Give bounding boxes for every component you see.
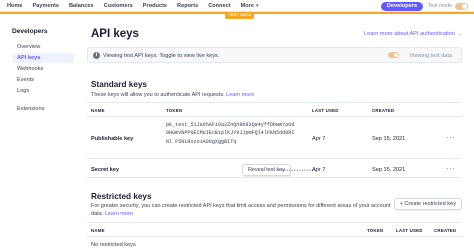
standard-keys-description: These keys will allow you to authenticat… [91, 91, 254, 99]
api-auth-learn-more-link[interactable]: Learn more about API authentication → [364, 31, 462, 37]
key-name: Secret key [91, 167, 119, 173]
col-name: NAME [91, 108, 105, 113]
sidebar-item-webhooks[interactable]: Webhooks [12, 64, 74, 74]
page-title: API keys [91, 28, 139, 40]
nav-reports[interactable]: Reports [177, 3, 198, 9]
sidebar-item-events[interactable]: Events [12, 75, 74, 85]
more-options-icon[interactable]: ··· [446, 134, 456, 142]
sidebar-item-logs[interactable]: Logs [12, 86, 74, 96]
top-right-controls: Developers Test mode [380, 1, 468, 11]
more-options-icon[interactable]: ··· [446, 165, 456, 173]
top-navigation-bar: Home Payments Balances Customers Product… [0, 0, 474, 12]
publishable-key-token[interactable]: pk_test_51Ja6hAFi6a2ZnQn9b83Qa4yffDbwmYp… [166, 121, 294, 146]
col-last-used: LAST USED [396, 228, 423, 233]
main-content: API keys Learn more about API authentica… [80, 14, 468, 250]
nav-balances[interactable]: Balances [69, 3, 94, 9]
divider [87, 116, 462, 117]
created-date: Sep 15, 2021 [372, 167, 406, 173]
col-name: NAME [91, 228, 105, 233]
key-name: Publishable key [91, 136, 134, 142]
developers-button[interactable]: Developers [380, 1, 424, 11]
nav-more-label: More [240, 3, 254, 9]
col-token: TOKEN [166, 108, 183, 113]
secret-key-masked-token: •••••••••••••••• [276, 168, 317, 174]
nav-payments[interactable]: Payments [33, 3, 59, 9]
nav-products[interactable]: Products [143, 3, 167, 9]
created-date: Sep 15, 2021 [372, 136, 406, 142]
divider [87, 236, 462, 237]
sidebar-item-extensions[interactable]: Extensions [12, 104, 74, 114]
col-token: TOKEN [367, 228, 384, 233]
last-used: Apr 7 [312, 136, 326, 142]
test-keys-banner: i Viewing test API keys. Toggle to view … [87, 47, 462, 63]
sidebar-item-api-keys[interactable]: API keys [12, 53, 74, 63]
standard-keys-learn-more[interactable]: Learn more [226, 92, 254, 98]
standard-keys-desc-text: These keys will allow you to authenticat… [91, 92, 225, 98]
col-created: CREATED [372, 108, 395, 113]
nav-connect[interactable]: Connect [208, 3, 230, 9]
nav-customers[interactable]: Customers [104, 3, 133, 9]
divider [87, 158, 462, 159]
restricted-keys-title: Restricted keys [91, 192, 152, 201]
banner-text: Viewing test API keys. Toggle to view li… [103, 52, 220, 59]
chevron-down-icon: ▾ [255, 3, 259, 9]
empty-state-text: No restricted keys [91, 242, 136, 248]
sidebar-item-overview[interactable]: Overview [12, 42, 74, 52]
nav-home[interactable]: Home [7, 3, 23, 9]
last-used: Apr 7 [312, 167, 326, 173]
restricted-keys-description: For greater security, you can create res… [91, 202, 391, 218]
sidebar-title: Developers [12, 28, 48, 35]
view-test-data-label: Viewing test data [409, 52, 453, 59]
col-last-used: LAST USED [312, 108, 339, 113]
view-test-data-toggle[interactable] [388, 52, 399, 58]
create-restricted-key-button[interactable]: + Create restricted key [393, 198, 462, 210]
restricted-keys-learn-more[interactable]: Learn more [105, 211, 133, 217]
test-mode-label: Test mode [428, 3, 452, 9]
restricted-keys-desc-line1: For greater security, you can create res… [91, 203, 370, 209]
divider [87, 177, 462, 178]
standard-keys-title: Standard keys [91, 80, 147, 89]
divider [87, 102, 462, 103]
main-nav: Home Payments Balances Customers Product… [0, 0, 258, 12]
test-mode-toggle[interactable] [455, 2, 468, 10]
divider [87, 222, 462, 223]
nav-more[interactable]: More ▾ [241, 3, 259, 9]
col-created: CREATED [434, 228, 457, 233]
info-icon: i [93, 52, 100, 59]
